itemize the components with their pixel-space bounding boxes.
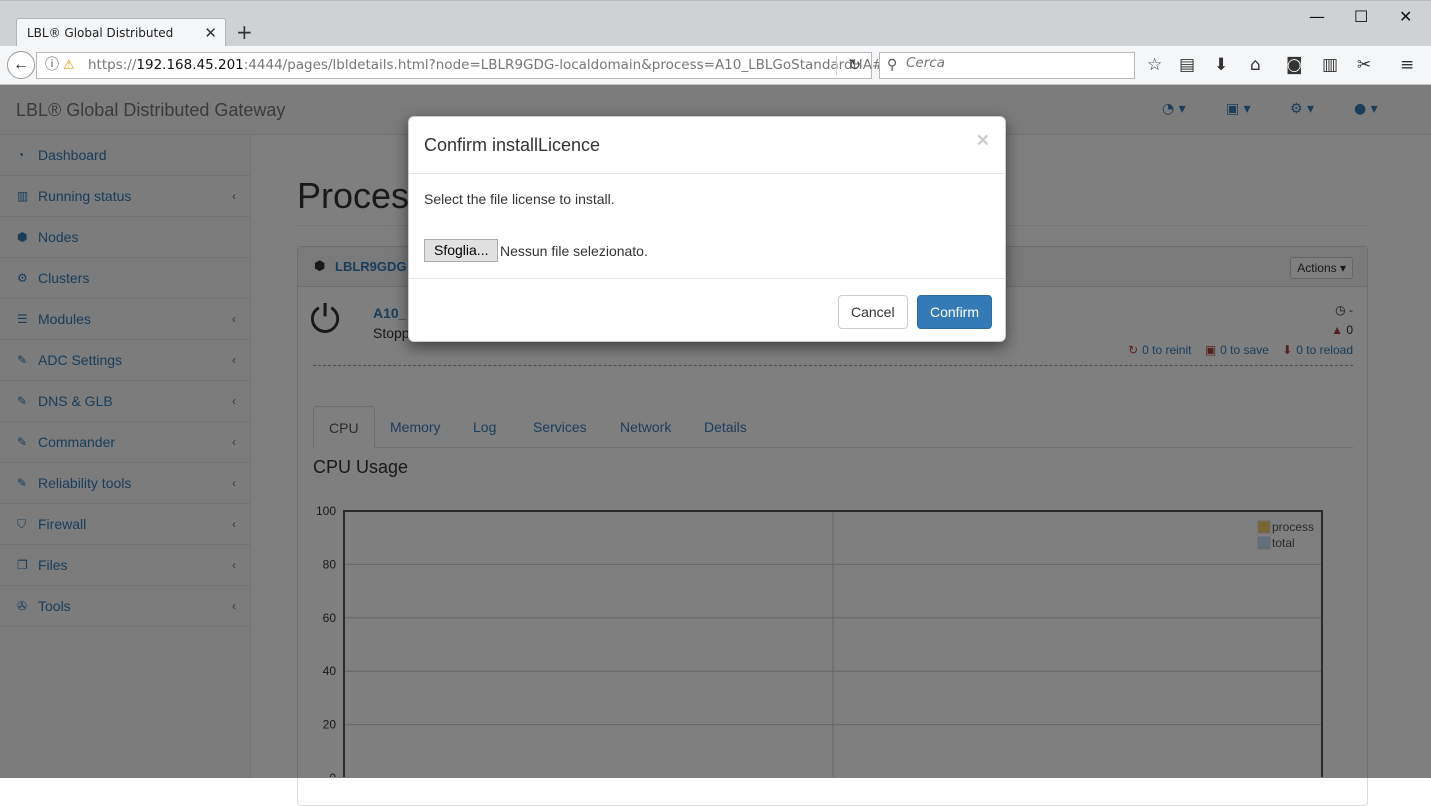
modal-body-text: Select the file license to install.: [424, 191, 615, 207]
new-tab-icon[interactable]: +: [236, 20, 253, 44]
maximize-icon[interactable]: ☐: [1354, 7, 1368, 26]
close-tab-icon[interactable]: ✕: [204, 19, 217, 47]
search-input[interactable]: [906, 55, 1126, 71]
browser-tab[interactable]: LBL® Global Distributed Gateway ✕: [16, 18, 226, 68]
cancel-button[interactable]: Cancel: [838, 295, 908, 329]
url-text: https://192.168.45.201:4444/pages/lbldet…: [88, 57, 884, 73]
url-bar[interactable]: ⓘ ⚠ https://192.168.45.201:4444/pages/lb…: [36, 52, 883, 79]
close-icon[interactable]: ×: [977, 129, 989, 153]
close-window-icon[interactable]: ✕: [1399, 7, 1412, 26]
search-bar[interactable]: ⚲: [879, 52, 1135, 79]
browser-toolbar: ← ⓘ ⚠ https://192.168.45.201:4444/pages/…: [0, 46, 1431, 85]
info-icon[interactable]: ⓘ: [45, 53, 59, 78]
confirm-button[interactable]: Confirm: [917, 295, 993, 329]
modal-title: Confirm installLicence: [424, 135, 601, 155]
browser-titlebar: LBL® Global Distributed Gateway ✕ + — ☐ …: [0, 0, 1431, 68]
reload-icon[interactable]: ↻: [848, 53, 861, 78]
minimize-icon[interactable]: —: [1309, 7, 1325, 26]
download-icon[interactable]: ⬇: [1214, 55, 1228, 75]
bookmark-star-icon[interactable]: ☆: [1147, 55, 1162, 75]
pocket-icon[interactable]: ◙: [1286, 55, 1303, 75]
insecure-lock-icon[interactable]: ⚠: [63, 53, 75, 78]
home-icon[interactable]: ⌂: [1250, 55, 1261, 75]
file-status: Nessun file selezionato.: [500, 243, 648, 259]
modal-header: Confirm installLicence ×: [409, 117, 1005, 174]
screenshot-icon[interactable]: ✂: [1357, 55, 1371, 75]
search-icon: ⚲: [887, 57, 898, 73]
extension-icon[interactable]: ▥: [1322, 55, 1338, 75]
modal-footer: Cancel Confirm: [409, 278, 1005, 342]
confirm-modal: Confirm installLicence × Select the file…: [408, 116, 1006, 342]
menu-hamburger-icon[interactable]: ≡: [1400, 55, 1414, 75]
reading-list-icon[interactable]: ▤: [1179, 55, 1195, 75]
browse-file-button[interactable]: Sfoglia...: [424, 239, 499, 262]
back-arrow-icon[interactable]: ←: [7, 51, 35, 79]
